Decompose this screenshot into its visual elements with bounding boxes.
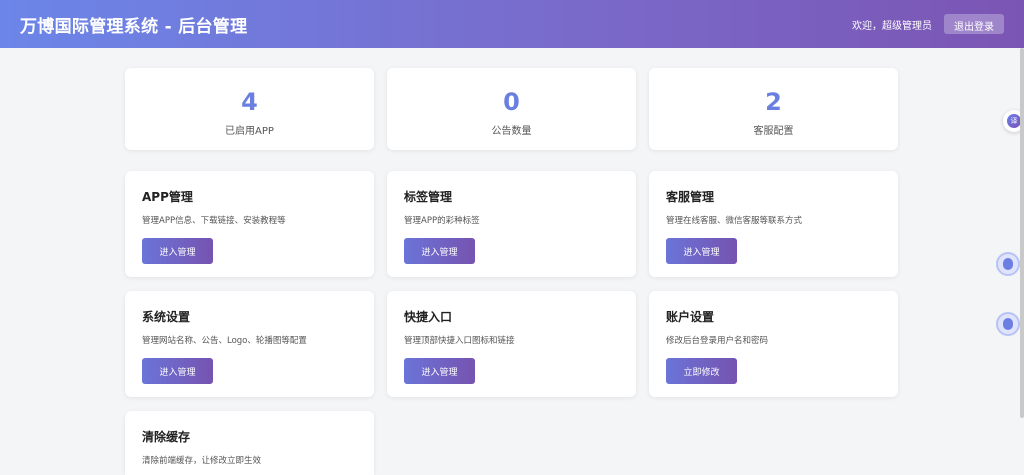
header-user-area: 欢迎，超级管理员 退出登录 xyxy=(852,14,1004,34)
menu-title: 账户设置 xyxy=(666,310,715,324)
stat-card-announcements: 0 公告数量 xyxy=(387,68,636,150)
mouse-icon xyxy=(1003,258,1013,270)
menu-card-shortcuts: 快捷入口 管理顶部快捷入口图标和链接 进入管理 xyxy=(387,291,636,397)
enter-tag-management-button[interactable]: 进入管理 xyxy=(404,238,475,264)
mouse-icon xyxy=(1003,318,1013,330)
stat-card-support: 2 客服配置 xyxy=(649,68,898,150)
stat-label: 客服配置 xyxy=(753,126,794,137)
enter-app-management-button[interactable]: 进入管理 xyxy=(142,238,213,264)
enter-shortcuts-button[interactable]: 进入管理 xyxy=(404,358,475,384)
stat-value: 2 xyxy=(765,88,782,116)
menu-desc: 管理顶部快捷入口图标和链接 xyxy=(404,336,515,346)
menu-card-support: 客服管理 管理在线客服、微信客服等联系方式 进入管理 xyxy=(649,171,898,277)
enter-support-management-button[interactable]: 进入管理 xyxy=(666,238,737,264)
scrollbar[interactable] xyxy=(1020,48,1024,418)
stat-label: 公告数量 xyxy=(491,126,532,137)
menu-desc: 管理网站名称、公告、Logo、轮播图等配置 xyxy=(142,336,307,346)
logout-button[interactable]: 退出登录 xyxy=(944,14,1004,34)
menu-title: 标签管理 xyxy=(404,190,453,204)
menu-desc: 管理在线客服、微信客服等联系方式 xyxy=(666,216,803,226)
menu-card-account: 账户设置 修改后台登录用户名和密码 立即修改 xyxy=(649,291,898,397)
menu-desc: 管理APP的彩种标签 xyxy=(404,216,480,226)
menu-card-app: APP管理 管理APP信息、下载链接、安装教程等 进入管理 xyxy=(125,171,374,277)
floating-tool-button[interactable] xyxy=(996,252,1020,276)
page-title: 万博国际管理系统 - 后台管理 xyxy=(20,16,248,37)
menu-card-cache: 清除缓存 清除前端缓存，让修改立即生效 xyxy=(125,411,374,475)
stat-value: 0 xyxy=(503,88,520,116)
welcome-text: 欢迎，超级管理员 xyxy=(852,20,932,32)
enter-settings-button[interactable]: 进入管理 xyxy=(142,358,213,384)
stat-value: 4 xyxy=(241,88,258,116)
stat-label: 已启用APP xyxy=(225,126,274,137)
menu-card-settings: 系统设置 管理网站名称、公告、Logo、轮播图等配置 进入管理 xyxy=(125,291,374,397)
menu-desc: 清除前端缓存，让修改立即生效 xyxy=(142,456,262,466)
menu-card-tags: 标签管理 管理APP的彩种标签 进入管理 xyxy=(387,171,636,277)
translate-icon: 译 xyxy=(1007,114,1021,128)
floating-tool-button[interactable] xyxy=(996,312,1020,336)
top-header: 万博国际管理系统 - 后台管理 欢迎，超级管理员 退出登录 xyxy=(0,0,1024,48)
menu-title: 清除缓存 xyxy=(142,430,191,444)
menu-desc: 管理APP信息、下载链接、安装教程等 xyxy=(142,216,286,226)
menu-title: 客服管理 xyxy=(666,190,715,204)
stat-card-apps: 4 已启用APP xyxy=(125,68,374,150)
menu-title: 系统设置 xyxy=(142,310,191,324)
menu-title: APP管理 xyxy=(142,190,193,204)
menu-title: 快捷入口 xyxy=(404,310,453,324)
modify-account-button[interactable]: 立即修改 xyxy=(666,358,737,384)
menu-desc: 修改后台登录用户名和密码 xyxy=(666,336,769,346)
